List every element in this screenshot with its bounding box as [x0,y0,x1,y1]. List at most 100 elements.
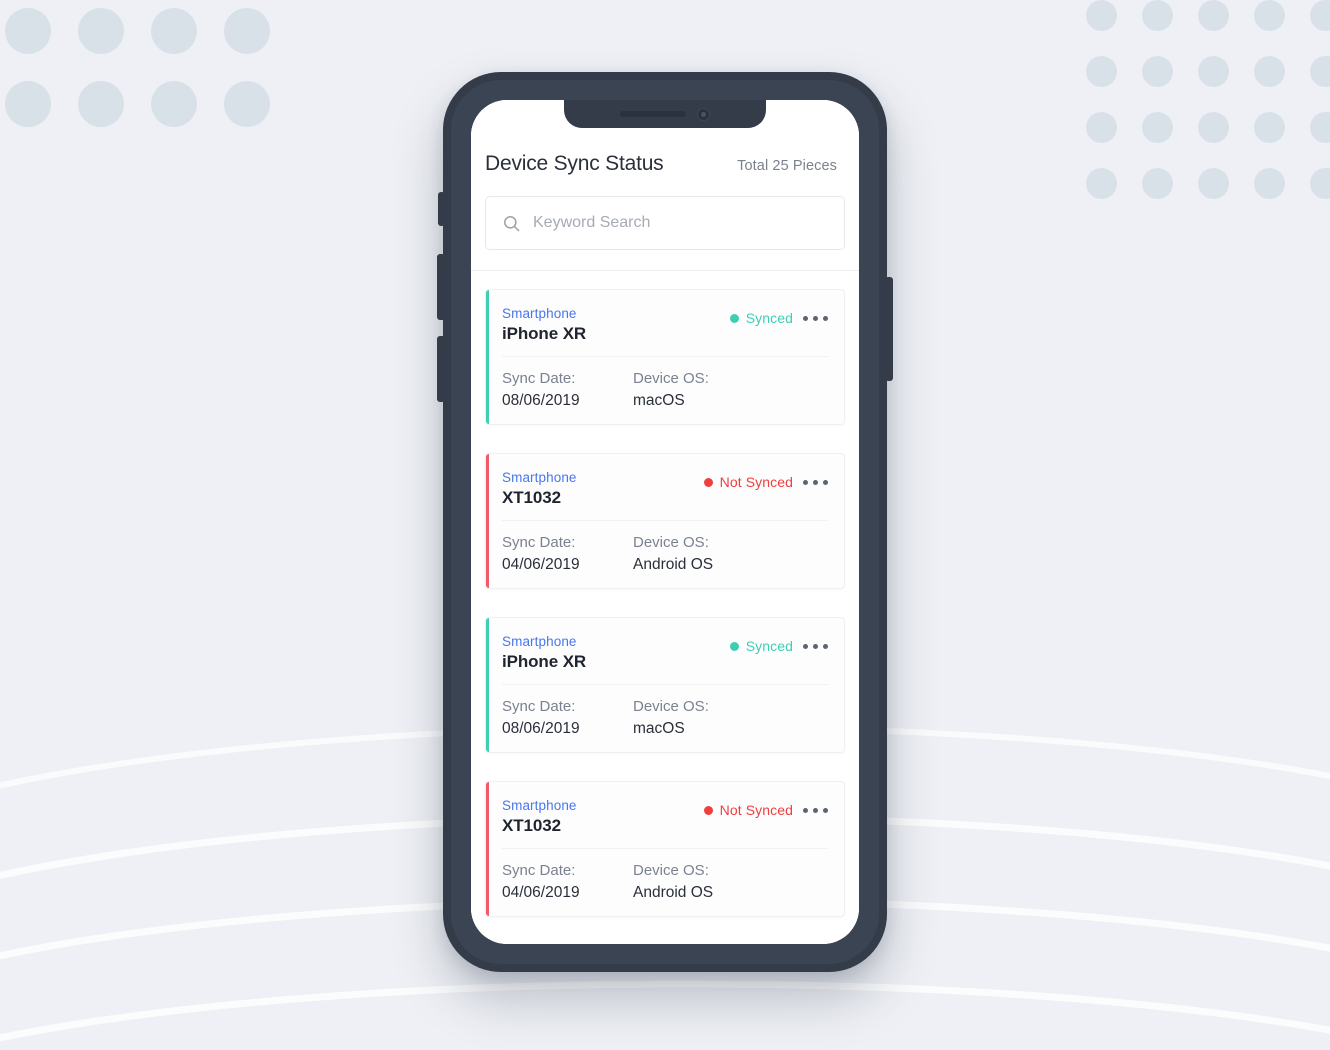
pattern-dot [1198,56,1229,87]
sync-date-field: Sync Date: 08/06/2019 [502,698,633,738]
menu-dot [803,807,808,813]
device-type-label: Smartphone [502,798,577,813]
pattern-dot [1310,168,1330,199]
status-badge: Not Synced [703,802,793,818]
pattern-dot [78,81,124,127]
status-dot-icon [703,805,713,815]
menu-dot [823,315,828,321]
pattern-dot [151,81,197,127]
app-container: Device Sync Status Total 25 Pieces Smart… [471,100,859,944]
sync-date-field: Sync Date: 04/06/2019 [502,862,633,902]
pattern-dot [1310,112,1330,143]
menu-dot [823,807,828,813]
card-header: Smartphone iPhone XR Synced [502,306,828,357]
pattern-dot [224,81,270,127]
card-details: Sync Date: 08/06/2019 Device OS: macOS [502,357,828,410]
device-os-value: Android OS [633,884,714,901]
pattern-dot [1198,112,1229,143]
menu-dot [803,315,808,321]
device-type-label: Smartphone [502,634,577,649]
device-os-label: Device OS: [633,862,709,879]
device-card-list[interactable]: Smartphone iPhone XR Synced Sync Date: 08/06… [471,271,859,944]
pattern-dot [1310,56,1330,87]
device-card[interactable]: Smartphone XT1032 Not Synced Sync Date: 04/0… [485,781,845,917]
status-label: Synced [745,638,793,654]
card-status-accent-bar [486,618,489,752]
device-name-label: iPhone XR [502,652,587,671]
device-os-value: macOS [633,392,685,409]
pattern-dot [1142,168,1173,199]
pattern-dot [1086,0,1117,31]
card-status-accent-bar [486,290,489,424]
status-label: Not Synced [719,802,793,818]
volume-down-button[interactable] [437,336,445,402]
silent-switch-button[interactable] [438,192,445,226]
search-section [471,192,859,271]
sync-date-value: 04/06/2019 [502,884,580,901]
pattern-dot [1254,56,1285,87]
device-identity: Smartphone XT1032 [502,470,577,508]
sync-date-label: Sync Date: [502,534,576,551]
sync-date-label: Sync Date: [502,698,576,715]
device-os-value: macOS [633,720,685,737]
phone-notch [564,100,766,128]
status-badge: Not Synced [703,474,793,490]
status-label: Synced [745,310,793,326]
sync-date-label: Sync Date: [502,370,576,387]
sync-date-value: 08/06/2019 [502,720,580,737]
device-card[interactable]: Smartphone iPhone XR Synced Sync Date: 08/06… [485,617,845,753]
device-identity: Smartphone iPhone XR [502,634,586,672]
card-status-area: Synced [729,306,828,326]
pattern-dot [5,8,51,54]
pattern-dot [1086,112,1117,143]
ellipsis-horizontal-icon[interactable] [803,642,828,651]
search-icon [504,215,520,231]
device-card[interactable]: Smartphone iPhone XR Synced Sync Date: 08/06… [485,289,845,425]
pattern-dot [1142,112,1173,143]
ellipsis-horizontal-icon[interactable] [803,314,828,323]
sync-date-field: Sync Date: 04/06/2019 [502,534,633,574]
pattern-dot [1142,0,1173,31]
sync-date-value: 08/06/2019 [502,392,580,409]
pattern-dot [1254,112,1285,143]
status-dot-icon [729,641,739,651]
sync-date-label: Sync Date: [502,862,576,879]
power-button[interactable] [885,277,893,381]
search-input[interactable] [533,214,828,232]
device-identity: Smartphone iPhone XR [502,306,586,344]
pattern-dot [78,8,124,54]
device-os-field: Device OS: macOS [633,370,709,410]
status-badge: Synced [729,310,793,326]
card-status-area: Not Synced [703,798,828,818]
device-os-field: Device OS: Android OS [633,534,713,574]
device-os-label: Device OS: [633,370,709,387]
page-title: Device Sync Status [485,152,664,175]
dot-pattern-top-left [5,8,297,154]
volume-up-button[interactable] [437,254,445,320]
card-details: Sync Date: 08/06/2019 Device OS: macOS [502,685,828,738]
ellipsis-horizontal-icon[interactable] [803,478,828,487]
sync-date-value: 04/06/2019 [502,556,580,573]
device-os-field: Device OS: Android OS [633,862,713,902]
pattern-dot [1254,168,1285,199]
device-os-label: Device OS: [633,698,709,715]
device-type-label: Smartphone [502,470,577,485]
pattern-dot [5,81,51,127]
pattern-dot [1142,56,1173,87]
device-card[interactable]: Smartphone XT1032 Not Synced Sync Date: 04/0… [485,453,845,589]
device-name-label: XT1032 [502,816,561,835]
menu-dot [823,479,828,485]
card-header: Smartphone XT1032 Not Synced [502,470,828,521]
pattern-dot [1086,168,1117,199]
phone-mockup: Device Sync Status Total 25 Pieces Smart… [437,72,893,972]
card-details: Sync Date: 04/06/2019 Device OS: Android OS [502,849,828,902]
menu-dot [813,479,818,485]
search-box[interactable] [485,196,845,250]
status-dot-icon [729,313,739,323]
pattern-dot [151,8,197,54]
total-count-label: Total 25 Pieces [737,158,837,174]
status-label: Not Synced [719,474,793,490]
ellipsis-horizontal-icon[interactable] [803,806,828,815]
earpiece-speaker-icon [620,111,686,117]
dot-pattern-top-right [1086,0,1330,224]
